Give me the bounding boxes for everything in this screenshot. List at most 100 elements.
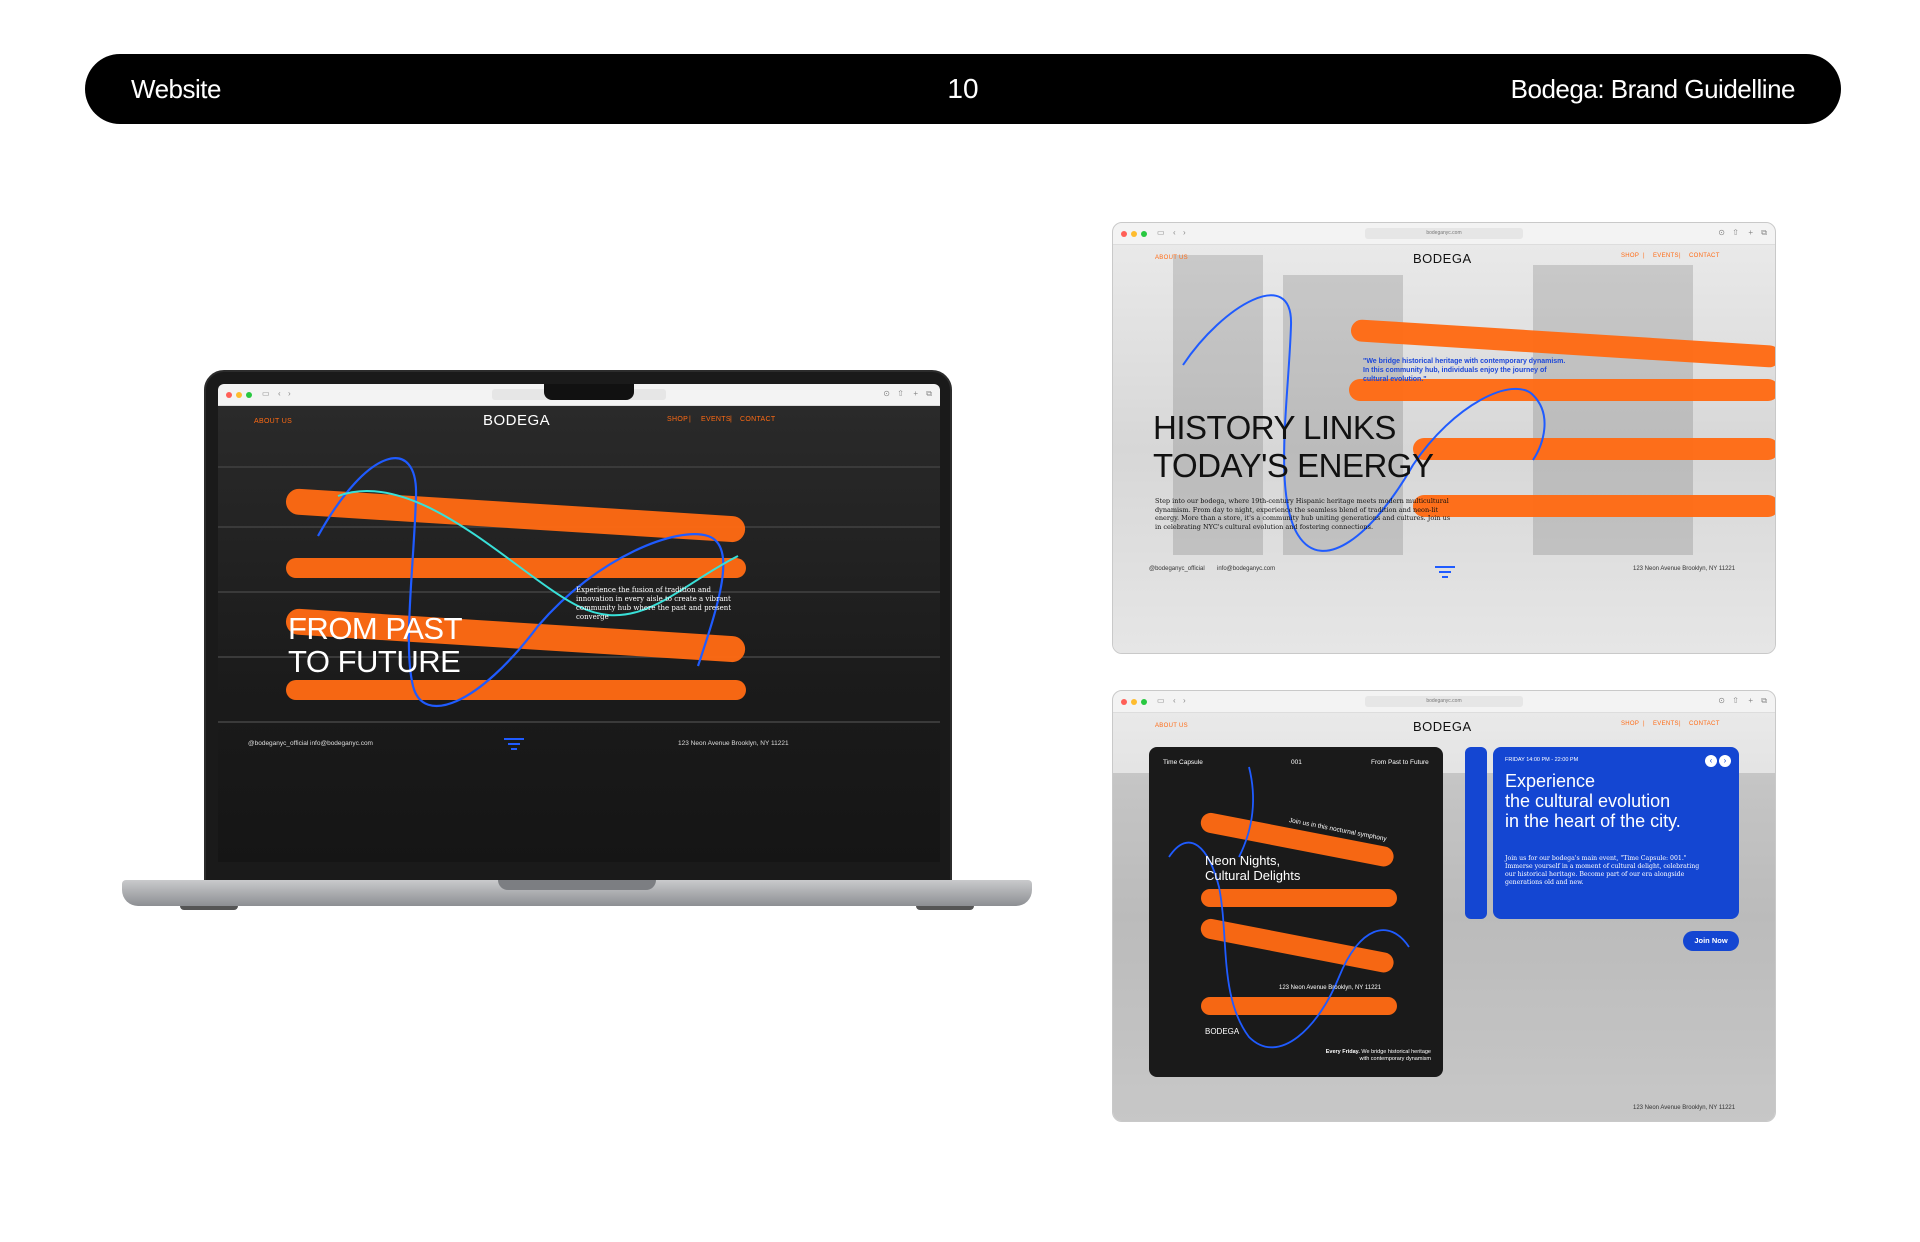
- address-bar[interactable]: bodeganyc.com: [1364, 696, 1524, 707]
- poster-address: 123 Neon Avenue Brooklyn, NY 11221: [1279, 985, 1382, 991]
- nav-events[interactable]: EVENTS: [701, 416, 731, 423]
- nav-contact[interactable]: CONTACT: [1689, 721, 1720, 727]
- camera-notch: [544, 384, 634, 400]
- poster-footer-bold: Every Friday.: [1325, 1049, 1360, 1055]
- laptop-opening-notch: [498, 880, 656, 890]
- nav-separator: |: [1643, 721, 1645, 727]
- hero-body: Step into our bodega, where 19th-century…: [1155, 497, 1451, 531]
- zoom-window-dot[interactable]: [1141, 699, 1147, 705]
- sidebar-icon[interactable]: ▭: [262, 389, 270, 398]
- hero-background: ABOUT US BODEGA SHOP | EVENTS | CONTACT …: [1113, 713, 1775, 1121]
- event-poster-card[interactable]: Time Capsule 001 From Past to Future Joi…: [1149, 747, 1443, 1077]
- close-window-dot[interactable]: [1121, 699, 1127, 705]
- nav-contact[interactable]: CONTACT: [1689, 253, 1720, 259]
- nav-about-us[interactable]: ABOUT US: [1155, 255, 1188, 261]
- browser-mockup-history: ▭ ‹ › bodeganyc.com ⊙ ⇧ + ⧉ ABOUT US BOD…: [1112, 222, 1776, 654]
- filter-menu-icon[interactable]: [1435, 565, 1455, 579]
- download-icon[interactable]: ⊙: [1718, 696, 1725, 705]
- event-description: Join us for our bodega's main event, "Ti…: [1505, 855, 1700, 886]
- hero-quote: "We bridge historical heritage with cont…: [1363, 358, 1566, 383]
- event-info-card: FRIDAY 14:00 PM - 22:00 PM ‹ › Experienc…: [1493, 747, 1739, 919]
- email-link[interactable]: info@bodeganyc.com: [310, 740, 373, 747]
- close-window-dot[interactable]: [1121, 231, 1127, 237]
- zoom-window-dot[interactable]: [1141, 231, 1147, 237]
- tabs-icon[interactable]: ⧉: [1761, 228, 1767, 238]
- browser-toolbar: ▭ ‹ › bodeganyc.com ⊙ ⇧ + ⧉: [1113, 223, 1775, 245]
- poster-squiggle: [1168, 766, 1410, 1049]
- download-icon[interactable]: ⊙: [1718, 228, 1725, 237]
- minimize-window-dot[interactable]: [1131, 231, 1137, 237]
- nav-events[interactable]: EVENTS: [1653, 253, 1679, 259]
- poster-title-line: Cultural Delights: [1205, 868, 1301, 883]
- minimize-window-dot[interactable]: [1131, 699, 1137, 705]
- hero-title: FROM PAST TO FUTURE: [288, 611, 463, 679]
- poster-title-line: Neon Nights,: [1205, 853, 1281, 868]
- sidebar-icon[interactable]: ▭: [1157, 696, 1165, 705]
- tabs-icon[interactable]: ⧉: [926, 389, 932, 399]
- nav-separator: |: [1679, 253, 1681, 259]
- filter-menu-icon[interactable]: [504, 737, 524, 751]
- back-icon[interactable]: ‹: [278, 389, 281, 398]
- hero-title: HISTORY LINKS TODAY'S ENERGY: [1153, 409, 1434, 485]
- hero-title-line: TO FUTURE: [288, 644, 461, 679]
- event-title-line: the cultural evolution: [1505, 791, 1671, 811]
- forward-icon[interactable]: ›: [288, 389, 291, 398]
- laptop-lid: ▭ ‹ › ⊙ ⇧ + ⧉ ABOUT US BODEGA SHOP | EVE…: [204, 370, 952, 882]
- carousel-prev-icon[interactable]: ‹: [1705, 755, 1717, 767]
- hero-background: ABOUT US BODEGA SHOP | EVENTS | CONTACT …: [1113, 245, 1775, 653]
- address-text: 123 Neon Avenue Brooklyn, NY 11221: [1633, 566, 1736, 572]
- event-title: Experience the cultural evolution in the…: [1505, 771, 1681, 831]
- download-icon[interactable]: ⊙: [883, 389, 890, 398]
- instagram-handle[interactable]: @bodeganyc_official: [248, 740, 308, 747]
- nav-contact[interactable]: CONTACT: [740, 416, 775, 423]
- carousel-next-icon[interactable]: ›: [1719, 755, 1731, 767]
- new-tab-icon[interactable]: +: [1748, 228, 1753, 237]
- forward-icon[interactable]: ›: [1183, 228, 1186, 237]
- laptop-foot: [180, 906, 238, 910]
- nav-separator: |: [730, 416, 733, 423]
- forward-icon[interactable]: ›: [1183, 696, 1186, 705]
- laptop-base: [122, 880, 1032, 906]
- browser-toolbar: ▭ ‹ › bodeganyc.com ⊙ ⇧ + ⧉: [1113, 691, 1775, 713]
- event-title-line: in the heart of the city.: [1505, 811, 1681, 831]
- share-icon[interactable]: ⇧: [1732, 228, 1739, 237]
- address-text: 123 Neon Avenue Brooklyn, NY 11221: [1633, 1105, 1736, 1111]
- share-icon[interactable]: ⇧: [897, 389, 904, 398]
- zoom-window-dot[interactable]: [246, 392, 252, 398]
- hero-title-line: TODAY'S ENERGY: [1153, 447, 1434, 484]
- sidebar-icon[interactable]: ▭: [1157, 228, 1165, 237]
- nav-shop[interactable]: SHOP: [1621, 721, 1639, 727]
- address-bar[interactable]: bodeganyc.com: [1364, 228, 1524, 239]
- poster-title: Neon Nights, Cultural Delights: [1205, 853, 1300, 883]
- event-title-line: Experience: [1505, 771, 1596, 791]
- tabs-icon[interactable]: ⧉: [1761, 696, 1767, 706]
- laptop-mockup: ▭ ‹ › ⊙ ⇧ + ⧉ ABOUT US BODEGA SHOP | EVE…: [122, 370, 1032, 915]
- email-link[interactable]: info@bodeganyc.com: [1217, 566, 1275, 572]
- back-icon[interactable]: ‹: [1173, 696, 1176, 705]
- poster-footer-text: We bridge historical heritage with conte…: [1359, 1049, 1431, 1062]
- carousel-side-panel[interactable]: [1465, 747, 1487, 919]
- laptop-screen: ▭ ‹ › ⊙ ⇧ + ⧉ ABOUT US BODEGA SHOP | EVE…: [218, 384, 940, 862]
- nav-separator: |: [1643, 253, 1645, 259]
- close-window-dot[interactable]: [226, 392, 232, 398]
- hero-title-line: FROM PAST: [288, 611, 463, 646]
- nav-shop[interactable]: SHOP: [1621, 253, 1639, 259]
- instagram-handle[interactable]: @bodeganyc_official: [1149, 566, 1205, 572]
- minimize-window-dot[interactable]: [236, 392, 242, 398]
- nav-about-us[interactable]: ABOUT US: [254, 418, 292, 425]
- header-bar: Website 10 Bodega: Brand Guidelline: [85, 54, 1841, 124]
- site-logo[interactable]: BODEGA: [1413, 251, 1472, 266]
- nav-about-us[interactable]: ABOUT US: [1155, 723, 1188, 729]
- nav-shop[interactable]: SHOP: [667, 416, 688, 423]
- hero-title-line: HISTORY LINKS: [1153, 409, 1396, 446]
- site-logo[interactable]: BODEGA: [1413, 719, 1472, 734]
- join-now-button[interactable]: Join Now: [1683, 931, 1739, 951]
- nav-events[interactable]: EVENTS: [1653, 721, 1679, 727]
- site-logo[interactable]: BODEGA: [483, 412, 550, 429]
- back-icon[interactable]: ‹: [1173, 228, 1176, 237]
- new-tab-icon[interactable]: +: [913, 389, 918, 398]
- share-icon[interactable]: ⇧: [1732, 696, 1739, 705]
- new-tab-icon[interactable]: +: [1748, 696, 1753, 705]
- nav-separator: |: [689, 416, 692, 423]
- hero-background: ABOUT US BODEGA SHOP | EVENTS | CONTACT …: [218, 406, 940, 862]
